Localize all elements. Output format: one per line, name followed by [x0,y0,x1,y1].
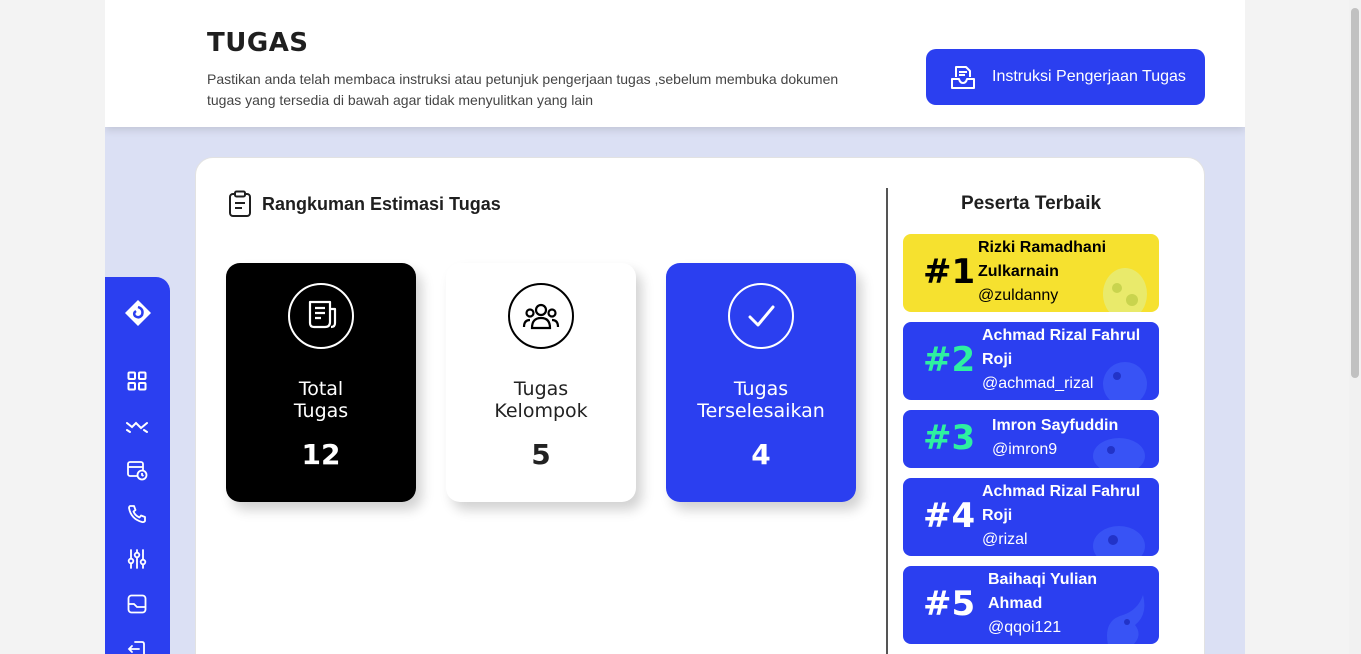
best-participants-title: Peserta Terbaik [960,193,1102,214]
stat-value: 5 [531,438,551,471]
inbox-icon [951,66,975,89]
stat-card-completed[interactable]: Tugas Terselesaikan 4 [666,263,856,502]
instruction-button[interactable]: Instruksi Pengerjaan Tugas [926,49,1205,105]
group-icon [508,283,574,349]
summary-heading: Rangkuman Estimasi Tugas [228,190,501,218]
calendar-clock-icon[interactable] [125,458,149,482]
logout-icon[interactable] [125,637,149,654]
participant-name: Achmad Rizal Fahrul Roji [982,327,1141,368]
logo-icon[interactable] [124,299,152,327]
participant-card-5[interactable]: #5 Baihaqi Yulian Ahmad @qqoi121 [903,566,1159,644]
stat-label: Tugas Kelompok [494,378,588,422]
sliders-icon[interactable] [125,547,149,571]
participant-card-4[interactable]: #4 Achmad Rizal Fahrul Roji @rizal [903,478,1159,556]
participant-username: @qqoi121 [988,619,1062,636]
instruction-button-label: Instruksi Pengerjaan Tugas [992,68,1186,85]
page-title: TUGAS [207,28,309,58]
page-description: Pastikan anda telah membaca instruksi at… [207,71,839,108]
participant-name: Rizki Ramadhani Zulkarnain [978,239,1107,280]
dashboard-grid-icon[interactable] [125,369,149,393]
stat-value: 4 [751,438,771,471]
participant-card-3[interactable]: #3 Imron Sayfuddin @imron9 [903,410,1159,468]
participant-rank: #5 [923,584,976,624]
scrollbar-thumb[interactable] [1351,8,1359,378]
page-scrollbar[interactable] [1349,0,1361,654]
receipt-icon [288,283,354,349]
participant-username: @achmad_rizal [982,375,1094,392]
stat-label: Total Tugas [293,378,349,422]
dragon-decoration-icon [1107,595,1145,644]
participant-name: Imron Sayfuddin [992,417,1119,434]
page-header: TUGAS Pastikan anda telah membaca instru… [105,0,1245,127]
participant-username: @imron9 [992,441,1058,458]
participant-name: Baihaqi Yulian Ahmad [988,571,1098,612]
phone-icon[interactable] [125,502,149,526]
participant-name: Achmad Rizal Fahrul Roji [982,483,1141,524]
summary-card: Rangkuman Estimasi Tugas Total Tugas 12 … [195,157,1205,654]
summary-title: Rangkuman Estimasi Tugas [262,193,501,214]
participant-username: @rizal [982,531,1028,548]
app-shell: TUGAS Pastikan anda telah membaca instru… [105,0,1245,654]
trend-icon[interactable] [125,414,149,438]
clipboard-icon [229,190,251,217]
participant-card-2[interactable]: #2 Achmad Rizal Fahrul Roji @achmad_riza… [903,322,1159,400]
check-icon [728,283,794,349]
stat-card-total[interactable]: Total Tugas 12 [226,263,416,502]
participant-card-1[interactable]: #1 Rizki Ramadhani Zulkarnain @zuldanny [903,234,1159,312]
participant-rank: #3 [923,418,976,458]
stat-value: 12 [301,438,341,471]
participant-rank: #1 [923,252,976,292]
sidebar [105,277,170,654]
chart-icon[interactable] [125,592,149,616]
participant-rank: #2 [923,340,976,380]
participant-username: @zuldanny [978,287,1059,304]
stat-label: Tugas Terselesaikan [697,378,825,422]
divider [886,188,888,654]
stat-card-group[interactable]: Tugas Kelompok 5 [446,263,636,502]
participant-rank: #4 [923,496,976,536]
